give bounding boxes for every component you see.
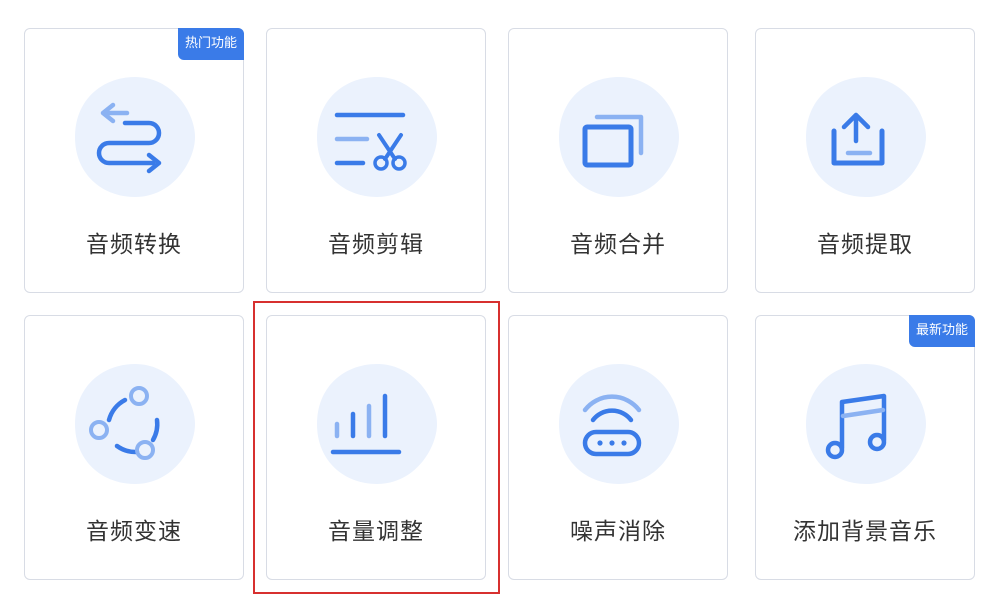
tool-card-add-bgm[interactable]: 最新功能 添加背景音乐 <box>755 315 975 580</box>
tool-card-audio-speed[interactable]: 音频变速 <box>24 315 244 580</box>
tool-label: 音频提取 <box>817 232 913 258</box>
merge-windows-icon <box>557 75 681 199</box>
tool-card-noise-removal[interactable]: 噪声消除 <box>508 315 728 580</box>
tool-label: 音频剪辑 <box>328 232 424 258</box>
tool-label: 音量调整 <box>328 519 424 545</box>
scissors-cut-icon <box>315 75 439 199</box>
hot-feature-badge: 热门功能 <box>177 28 244 60</box>
tool-label: 音频转换 <box>86 232 182 258</box>
cycle-speed-icon <box>73 362 197 486</box>
tool-label: 音频合并 <box>570 232 666 258</box>
tool-card-audio-convert[interactable]: 热门功能 音频转换 <box>24 28 244 293</box>
tool-label: 音频变速 <box>86 519 182 545</box>
tool-card-audio-merge[interactable]: 音频合并 <box>508 28 728 293</box>
new-feature-badge: 最新功能 <box>908 315 975 347</box>
tool-card-volume-adjust[interactable]: 音量调整 <box>266 315 486 580</box>
music-note-icon <box>804 362 928 486</box>
volume-bars-icon <box>315 362 439 486</box>
convert-arrows-icon <box>73 75 197 199</box>
wifi-router-icon <box>557 362 681 486</box>
tool-label: 添加背景音乐 <box>793 519 937 545</box>
tool-card-audio-edit[interactable]: 音频剪辑 <box>266 28 486 293</box>
tool-label: 噪声消除 <box>570 519 666 545</box>
tool-card-audio-extract[interactable]: 音频提取 <box>755 28 975 293</box>
upload-extract-icon <box>804 75 928 199</box>
